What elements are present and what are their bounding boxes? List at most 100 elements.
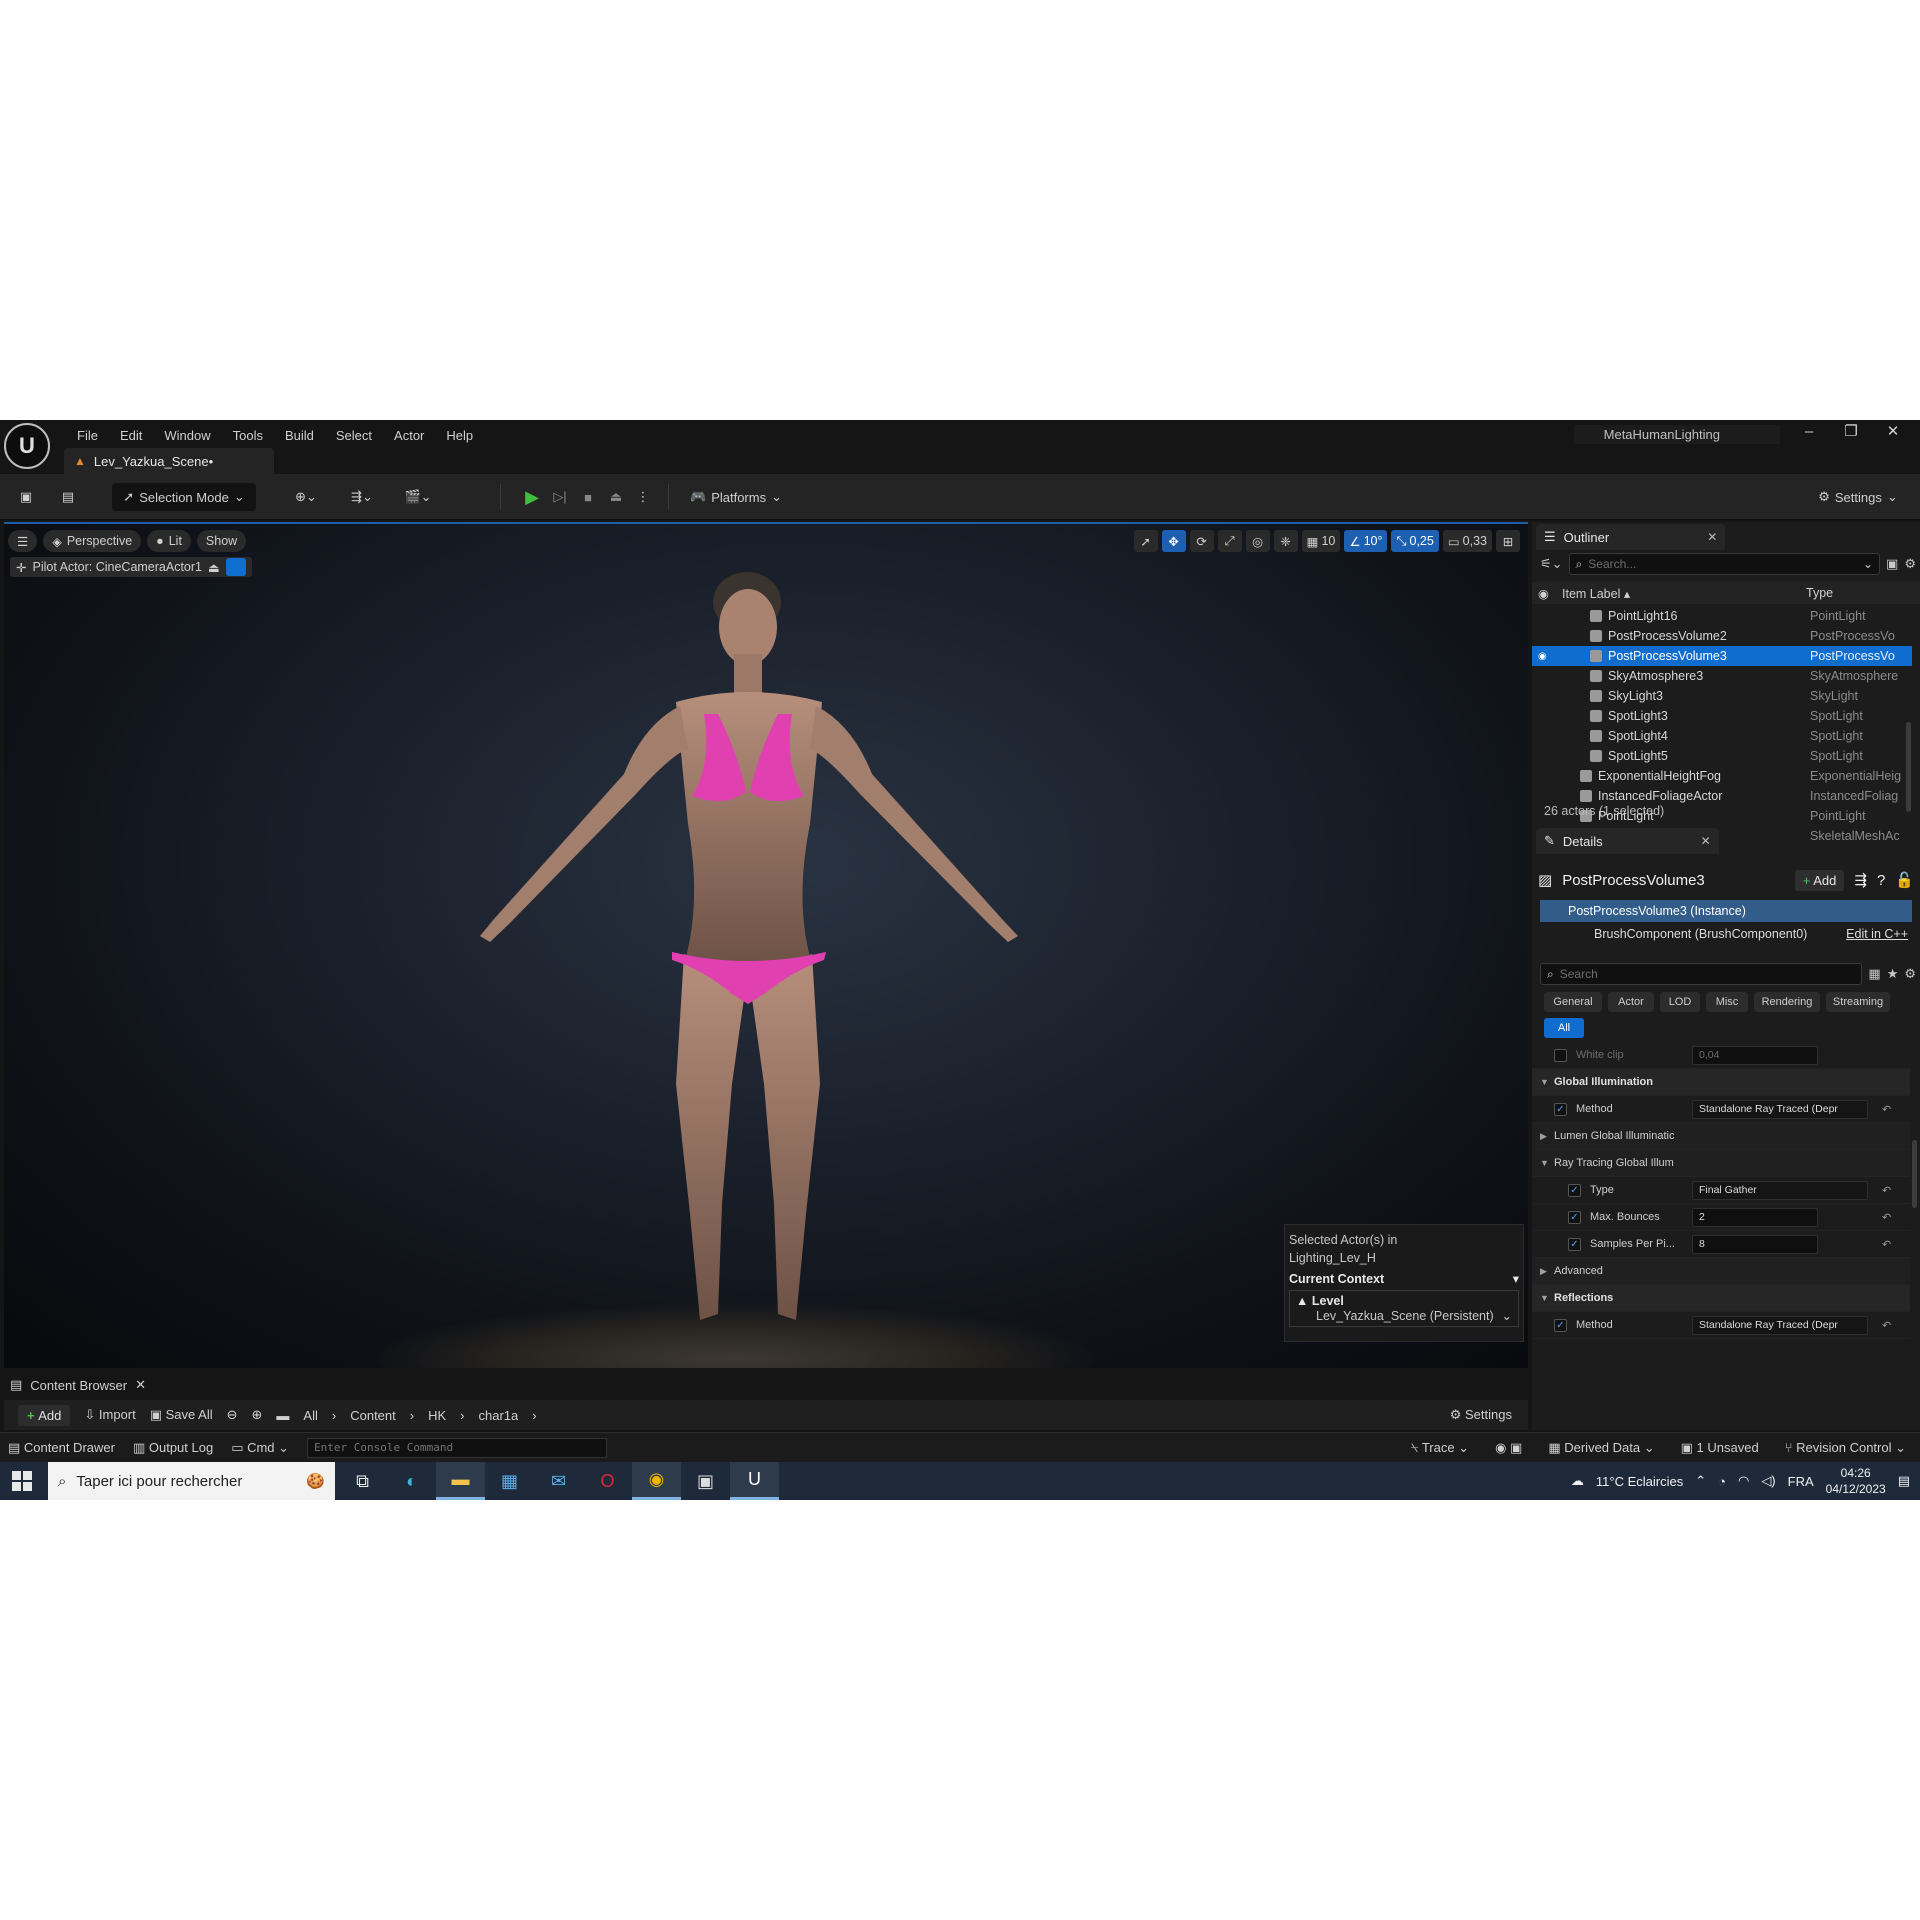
edge-icon[interactable]: ◐ [387, 1462, 436, 1500]
level-viewport[interactable]: ☰ ◈ Perspective ● Lit Show ✛ Pilot Actor… [4, 522, 1528, 1368]
menu-item-select[interactable]: Select [325, 428, 383, 443]
property-group[interactable]: ▼ Ray Tracing Global Illum [1532, 1150, 1910, 1177]
select-tool-icon[interactable]: ➚ [1133, 530, 1158, 552]
file-explorer-icon[interactable]: ▬ [436, 1462, 485, 1500]
unreal-taskbar-icon[interactable]: U [730, 1462, 779, 1500]
back-icon[interactable]: ⊖ [227, 1407, 238, 1423]
weather-label[interactable]: 11°C Eclaircies [1596, 1474, 1683, 1489]
menu-item-build[interactable]: Build [274, 428, 325, 443]
app-icon[interactable]: ▣ [681, 1462, 730, 1500]
menu-item-window[interactable]: Window [153, 428, 221, 443]
restore-button[interactable]: ❐ [1830, 422, 1872, 440]
menu-item-actor[interactable]: Actor [383, 428, 435, 443]
override-checkbox[interactable]: ✓ [1568, 1183, 1581, 1197]
override-checkbox[interactable] [1554, 1048, 1567, 1062]
task-view-icon[interactable]: ⧉ [338, 1462, 387, 1500]
grid-snap-button[interactable]: ▦ 10 [1301, 530, 1341, 552]
property-category[interactable]: ▼ Global Illumination [1532, 1069, 1910, 1096]
perspective-button[interactable]: ◈ Perspective [43, 530, 142, 552]
property-group[interactable]: ▶ Advanced [1532, 1258, 1910, 1285]
level-document-tab[interactable]: ▲ Lev_Yazkua_Scene• [64, 448, 274, 474]
selection-mode-dropdown[interactable]: ➚ Selection Mode ⌄ [112, 483, 256, 511]
filter-chip-misc[interactable]: Misc [1706, 992, 1748, 1012]
content-browser-tab[interactable]: ▤ Content Browser ✕ [4, 1372, 152, 1398]
menu-item-help[interactable]: Help [435, 428, 484, 443]
clock[interactable]: 04:26 04/12/2023 [1826, 1465, 1886, 1497]
component-instance-row[interactable]: PostProcessVolume3 (Instance) [1540, 900, 1912, 922]
cmd-dropdown[interactable]: ▭ Cmd ⌄ [231, 1440, 289, 1456]
filter-chip-lod[interactable]: LOD [1660, 992, 1700, 1012]
breadcrumb-hk[interactable]: HK [428, 1408, 446, 1423]
platforms-dropdown[interactable]: 🎮 Platforms ⌄ [686, 483, 786, 511]
outliner-row[interactable]: SpotLight3 SpotLight [1532, 706, 1912, 726]
forward-icon[interactable]: ⊕ [252, 1407, 263, 1423]
stop-icon[interactable]: ■ [576, 483, 600, 511]
property-dropdown[interactable]: Standalone Ray Traced (Depr [1692, 1099, 1868, 1119]
eject-icon[interactable]: ⏏ [604, 483, 628, 511]
camera-speed-button[interactable]: ▭ 0,33 [1442, 530, 1492, 552]
property-category[interactable]: ▼ Reflections [1532, 1285, 1910, 1312]
notifications-icon[interactable]: ▤ [1898, 1473, 1910, 1489]
close-icon[interactable]: ✕ [1701, 834, 1711, 848]
filter-chip-actor[interactable]: Actor [1608, 992, 1654, 1012]
menu-item-file[interactable]: File [66, 428, 109, 443]
rotation-snap-button[interactable]: ∠ 10° [1344, 530, 1388, 552]
viewport-menu-button[interactable]: ☰ [8, 530, 38, 552]
property-value-input[interactable]: 2 [1692, 1207, 1818, 1227]
level-selector[interactable]: ▲ Level Lev_Yazkua_Scene (Persistent) ⌄ [1289, 1290, 1519, 1327]
trace-dropdown[interactable]: ⍀ Trace ⌄ [1411, 1440, 1469, 1456]
current-context-header[interactable]: Current Context ▾ [1289, 1271, 1519, 1287]
reset-to-default-icon[interactable]: ↶ [1882, 1238, 1891, 1251]
property-group[interactable]: ▶ Lumen Global Illuminatic [1532, 1123, 1910, 1150]
mail-icon[interactable]: ✉ [534, 1462, 583, 1500]
expanded-arrow-icon[interactable]: ▼ [1540, 1077, 1549, 1087]
unsaved-button[interactable]: ▣ 1 Unsaved [1681, 1440, 1759, 1456]
lock-icon[interactable]: 🔓 [1895, 871, 1914, 889]
property-row[interactable]: ✓ Method Standalone Ray Traced (Depr ↶ [1532, 1312, 1910, 1339]
new-folder-icon[interactable]: ▣ [1886, 556, 1898, 572]
outliner-row[interactable]: SpotLight5 SpotLight [1532, 746, 1912, 766]
collapsed-arrow-icon[interactable]: ▶ [1540, 1266, 1547, 1277]
filter-chip-rendering[interactable]: Rendering [1754, 992, 1820, 1012]
opera-icon[interactable]: O [583, 1462, 632, 1500]
eject-pilot-icon[interactable]: ⏏ [208, 560, 220, 575]
outliner-tab[interactable]: ☰ Outliner ✕ [1536, 524, 1726, 550]
gear-icon[interactable]: ⚙ [1904, 966, 1916, 982]
property-row[interactable]: ✓ Max. Bounces 2 ↶ [1532, 1204, 1910, 1231]
blueprint-icon[interactable]: ⇶⌄ [342, 483, 382, 511]
close-icon[interactable]: ✕ [135, 1377, 146, 1393]
property-row[interactable]: ✓ Type Final Gather ↶ [1532, 1177, 1910, 1204]
more-options-icon[interactable]: ⋮ [636, 483, 650, 511]
unreal-logo-icon[interactable]: U [4, 423, 50, 469]
save-icon[interactable]: ▣ [14, 483, 38, 511]
derived-data-dropdown[interactable]: ▦ Derived Data ⌄ [1548, 1440, 1654, 1456]
outliner-scrollbar[interactable] [1906, 722, 1911, 812]
reset-to-default-icon[interactable]: ↶ [1882, 1319, 1891, 1332]
advance-frame-icon[interactable]: ▷| [548, 483, 572, 511]
browse-icon[interactable]: ▤ [56, 483, 80, 511]
add-component-button[interactable]: + Add [1794, 869, 1845, 891]
override-checkbox[interactable]: ✓ [1568, 1210, 1581, 1224]
outliner-row[interactable]: ◉ PostProcessVolume3 PostProcessVo [1532, 646, 1912, 666]
wifi-icon[interactable]: ◠ [1738, 1473, 1749, 1489]
outliner-row[interactable]: SpotLight4 SpotLight [1532, 726, 1912, 746]
outliner-row[interactable]: ExponentialHeightFog ExponentialHeig [1532, 766, 1912, 786]
filter-chip-all[interactable]: All [1544, 1018, 1584, 1038]
brush-component-row[interactable]: BrushComponent (BrushComponent0) Edit in… [1540, 924, 1912, 944]
property-value-input[interactable]: 8 [1692, 1234, 1818, 1254]
item-label-column[interactable]: Item Label ▴ [1562, 586, 1630, 601]
record-icon[interactable]: ◉ ▣ [1495, 1440, 1522, 1456]
reset-to-default-icon[interactable]: ↶ [1882, 1184, 1891, 1197]
show-button[interactable]: Show [196, 530, 247, 552]
property-row[interactable]: ✓ Samples Per Pi... 8 ↶ [1532, 1231, 1910, 1258]
details-search-input[interactable]: ⌕ Search [1540, 963, 1863, 985]
save-all-button[interactable]: ▣ Save All [150, 1407, 213, 1423]
outliner-row[interactable]: InstancedFoliageActor InstancedFoliag [1532, 786, 1912, 806]
help-icon[interactable]: ? [1877, 872, 1885, 889]
property-value-input[interactable]: 0,04 [1692, 1045, 1818, 1065]
menu-item-tools[interactable]: Tools [222, 428, 274, 443]
outliner-search-input[interactable]: ⌕ Search... ⌄ [1568, 553, 1881, 575]
cb-settings-button[interactable]: ⚙ Settings [1450, 1407, 1528, 1423]
import-button[interactable]: ⇩ Import [84, 1407, 135, 1423]
filter-chip-general[interactable]: General [1544, 992, 1602, 1012]
